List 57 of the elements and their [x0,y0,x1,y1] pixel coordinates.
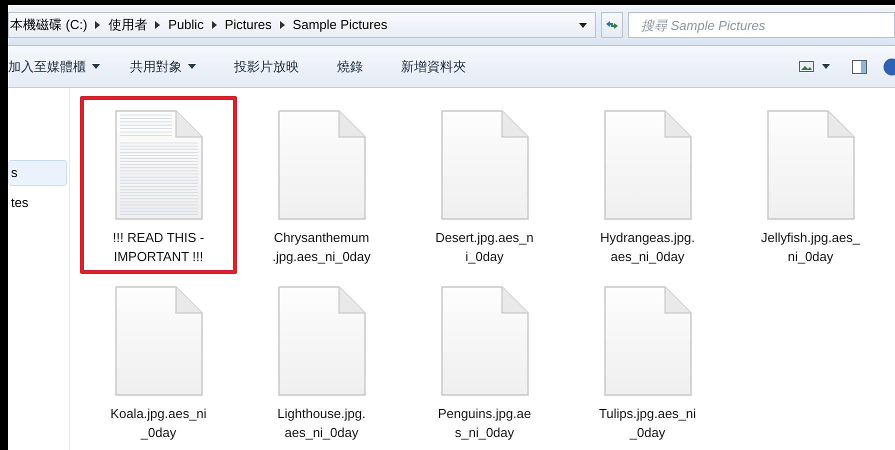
address-bar[interactable]: 本機磁碟 (C:) 使用者 Public Pictures Sample Pictures [8,12,596,38]
refresh-button[interactable] [601,12,623,38]
breadcrumb-item[interactable]: Public [168,15,204,35]
file-name: !!! READ THIS - IMPORTANT !!! [112,229,204,266]
file-name: Koala.jpg.aes_ni _0day [110,405,207,442]
breadcrumb-item[interactable]: Sample Pictures [292,15,388,35]
file-name: Jellyfish.jpg.aes_ ni_0day [761,229,860,266]
toolbar-button[interactable]: 新增資料夾 [401,56,466,76]
toolbar-button[interactable]: 共用對象 [130,56,196,76]
picture-icon [799,61,814,72]
blank-document-icon [602,109,692,221]
file-item[interactable]: Koala.jpg.aes_ni _0day [80,272,237,450]
breadcrumb-item[interactable]: 使用者 [108,15,148,35]
file-name: Chrysanthemum .jpg.aes_ni_0day [272,229,371,266]
chevron-icon[interactable] [95,21,100,29]
file-item[interactable]: Hydrangeas.jpg. aes_ni_0day [569,96,726,274]
file-name: Penguins.jpg.ae s_ni_0day [438,405,532,442]
toolbar-button[interactable]: 加入至媒體櫃 [8,56,100,76]
file-item[interactable]: !!! READ THIS - IMPORTANT !!! [80,96,237,274]
blank-document-icon [440,109,530,221]
caret-icon [822,64,830,69]
search-field[interactable]: 搜尋 Sample Pictures [628,12,895,38]
chevron-icon[interactable] [280,21,285,29]
refresh-icon [605,19,619,31]
breadcrumb-item[interactable]: Pictures [224,15,272,35]
blank-document-icon [276,285,366,397]
caret-icon [92,64,100,69]
file-name: Desert.jpg.aes_n i_0day [435,229,534,266]
file-name: Tulips.jpg.aes_ni _0day [598,405,696,442]
file-name: Hydrangeas.jpg. aes_ni_0day [600,229,695,266]
chevron-icon[interactable] [155,21,160,29]
toolbar-button[interactable]: 燒錄 [337,56,363,76]
help-icon [883,58,895,76]
file-item[interactable]: Jellyfish.jpg.aes_ ni_0day [732,96,889,274]
sidebar-item[interactable]: tes [8,190,67,216]
caret-icon[interactable] [579,22,587,28]
blank-document-icon [602,285,692,397]
file-item[interactable]: Lighthouse.jpg. aes_ni_0day [243,272,400,450]
preview-pane-icon [852,60,867,74]
blank-document-icon [440,285,530,397]
file-item[interactable]: Chrysanthemum .jpg.aes_ni_0day [243,96,400,274]
chevron-icon[interactable] [212,21,217,29]
toolbar-button[interactable]: 投影片放映 [234,56,299,76]
file-item[interactable]: Tulips.jpg.aes_ni _0day [569,272,726,450]
blank-document-icon [114,285,204,397]
file-item[interactable]: Penguins.jpg.ae s_ni_0day [406,272,563,450]
breadcrumb-item[interactable]: 本機磁碟 (C:) [10,15,88,35]
help-button[interactable] [883,58,895,76]
blank-document-icon [766,109,856,221]
file-item[interactable]: Desert.jpg.aes_n i_0day [406,96,563,274]
caret-icon [188,64,196,69]
file-name: Lighthouse.jpg. aes_ni_0day [277,405,366,442]
sidebar-item[interactable]: s [8,160,67,186]
blank-document-icon [276,109,366,221]
preview-pane-button[interactable] [852,60,867,74]
view-options-button[interactable] [799,61,830,72]
text-document-icon [114,109,204,221]
